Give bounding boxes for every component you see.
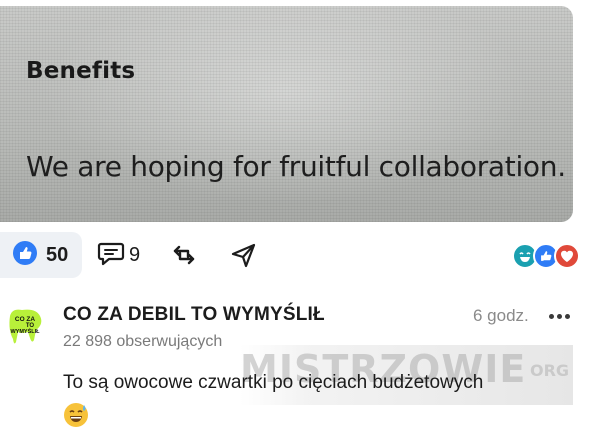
dot-icon bbox=[565, 313, 570, 319]
post-image[interactable]: Benefits We are hoping for fruitful coll… bbox=[0, 6, 573, 222]
repost-button[interactable] bbox=[170, 241, 198, 269]
dot-icon bbox=[557, 313, 562, 319]
followers-count: 22 898 obserwujących bbox=[63, 333, 223, 350]
avatar[interactable]: CO ZA TO WYMYŚLIŁ bbox=[6, 306, 44, 346]
comment-count: 9 bbox=[129, 243, 141, 266]
watermark-sub: ORG bbox=[530, 361, 570, 380]
like-count: 50 bbox=[46, 243, 69, 266]
repost-arrows-icon bbox=[173, 245, 195, 265]
share-button[interactable] bbox=[230, 241, 258, 269]
image-heading: Benefits bbox=[26, 58, 136, 84]
sweat-smile-emoji-icon bbox=[63, 402, 89, 428]
send-arrow-icon bbox=[231, 243, 256, 268]
like-button[interactable]: 50 bbox=[0, 232, 82, 278]
comment-bubble-icon bbox=[97, 240, 125, 271]
image-text: We are hoping for fruitful collaboration… bbox=[26, 150, 566, 183]
post-actions: 50 9 bbox=[0, 232, 600, 278]
author-name[interactable]: CO ZA DEBIL TO WYMYŚLIŁ bbox=[63, 304, 325, 326]
avatar-text: WYMYŚLIŁ bbox=[10, 328, 40, 335]
thumbs-up-icon bbox=[12, 240, 38, 271]
dot-icon bbox=[549, 313, 554, 319]
comment-button[interactable]: 9 bbox=[97, 240, 140, 270]
reactions-summary[interactable] bbox=[512, 243, 580, 269]
more-options-button[interactable] bbox=[549, 309, 573, 323]
post-text: To są owocowe czwartki po cięciach budże… bbox=[63, 372, 484, 393]
avatar-text: CO ZA bbox=[15, 316, 36, 323]
heart-icon bbox=[554, 243, 580, 269]
post-time: 6 godz. bbox=[473, 306, 529, 325]
